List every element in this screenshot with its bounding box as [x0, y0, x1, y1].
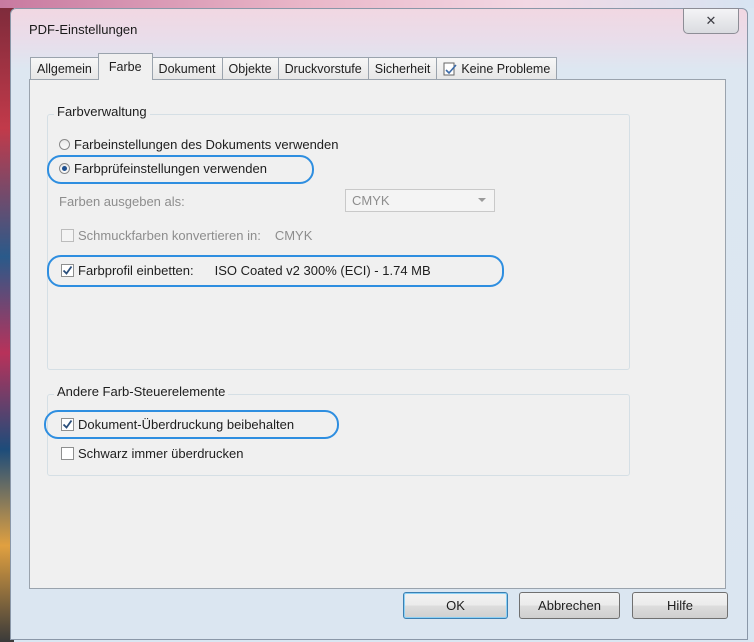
checkbox-label: Schwarz immer überdrucken [78, 446, 244, 461]
close-icon: ✕ [705, 13, 717, 28]
radio-dokument-farbeinstellungen[interactable]: Farbeinstellungen des Dokuments verwende… [59, 137, 339, 152]
tab-keine-probleme[interactable]: Keine Probleme [436, 57, 558, 80]
checkbox-checked[interactable] [61, 418, 74, 431]
radio-farbpruefeinstellungen[interactable]: Farbprüfeinstellungen verwenden [59, 161, 267, 176]
checkbox[interactable] [61, 447, 74, 460]
farbprofil-value: ISO Coated v2 300% (ECI) - 1.74 MB [214, 263, 431, 278]
tab-objekte[interactable]: Objekte [221, 57, 279, 80]
radio-button[interactable] [59, 139, 70, 150]
ok-button[interactable]: OK [403, 592, 508, 619]
farben-ausgeben-select[interactable]: CMYK [345, 189, 495, 212]
checkbox-schmuckfarben[interactable]: Schmuckfarben konvertieren in: CMYK [61, 228, 312, 243]
radio-label: Farbeinstellungen des Dokuments verwende… [74, 137, 339, 152]
checkmark-icon [62, 265, 73, 275]
tab-label: Dokument [158, 62, 216, 76]
tab-farbe[interactable]: Farbe [97, 53, 153, 80]
group-title-andere: Andere Farb-Steuerelemente [54, 384, 229, 399]
schmuckfarben-value: CMYK [274, 228, 313, 243]
checkbox-label: Dokument-Überdruckung beibehalten [78, 417, 295, 432]
tab-label: Druckvorstufe [284, 62, 362, 76]
tab-label: Farbe [108, 60, 142, 74]
radio-label: Farbprüfeinstellungen verwenden [74, 161, 267, 176]
window-title: PDF-Einstellungen [29, 22, 138, 37]
tab-dokument[interactable]: Dokument [151, 57, 223, 80]
tab-label: Allgemein [37, 62, 92, 76]
radio-button-selected[interactable] [59, 163, 70, 174]
checkbox-farbprofil-einbetten[interactable]: Farbprofil einbetten: ISO Coated v2 300%… [61, 263, 431, 278]
tab-label: Objekte [228, 62, 272, 76]
select-value: CMYK [352, 193, 390, 208]
desktop-background-top [0, 0, 754, 8]
button-label: OK [446, 598, 465, 613]
close-button[interactable]: ✕ [683, 8, 739, 34]
checkbox[interactable] [61, 229, 74, 242]
button-label: Hilfe [666, 598, 693, 613]
checkbox-checked[interactable] [61, 264, 74, 277]
tab-druckvorstufe[interactable]: Druckvorstufe [277, 57, 369, 80]
tab-bar: Allgemein Farbe Dokument Objekte Druckvo… [30, 53, 558, 80]
farben-ausgeben-label: Farben ausgeben als: [59, 194, 185, 209]
tab-label: Keine Probleme [461, 62, 551, 76]
checkbox-schwarz-ueberdrucken[interactable]: Schwarz immer überdrucken [61, 446, 243, 461]
checkbox-ueberdruckung-beibehalten[interactable]: Dokument-Überdruckung beibehalten [61, 417, 294, 432]
checkmark-icon [62, 419, 73, 429]
label-text: Farben ausgeben als: [59, 194, 185, 209]
tab-sicherheit[interactable]: Sicherheit [367, 57, 438, 80]
document-check-icon [443, 62, 457, 76]
group-title-farbverwaltung: Farbverwaltung [54, 104, 150, 119]
button-label: Abbrechen [538, 598, 601, 613]
checkbox-label: Schmuckfarben konvertieren in: [78, 228, 261, 243]
hilfe-button[interactable]: Hilfe [632, 592, 728, 619]
tab-panel-farbe: Farbverwaltung Farbeinstellungen des Dok… [29, 79, 726, 589]
tab-allgemein[interactable]: Allgemein [30, 57, 99, 80]
checkbox-label: Farbprofil einbetten: [78, 263, 194, 278]
tab-label: Sicherheit [374, 62, 431, 76]
chevron-down-icon [478, 198, 486, 202]
abbrechen-button[interactable]: Abbrechen [519, 592, 620, 619]
